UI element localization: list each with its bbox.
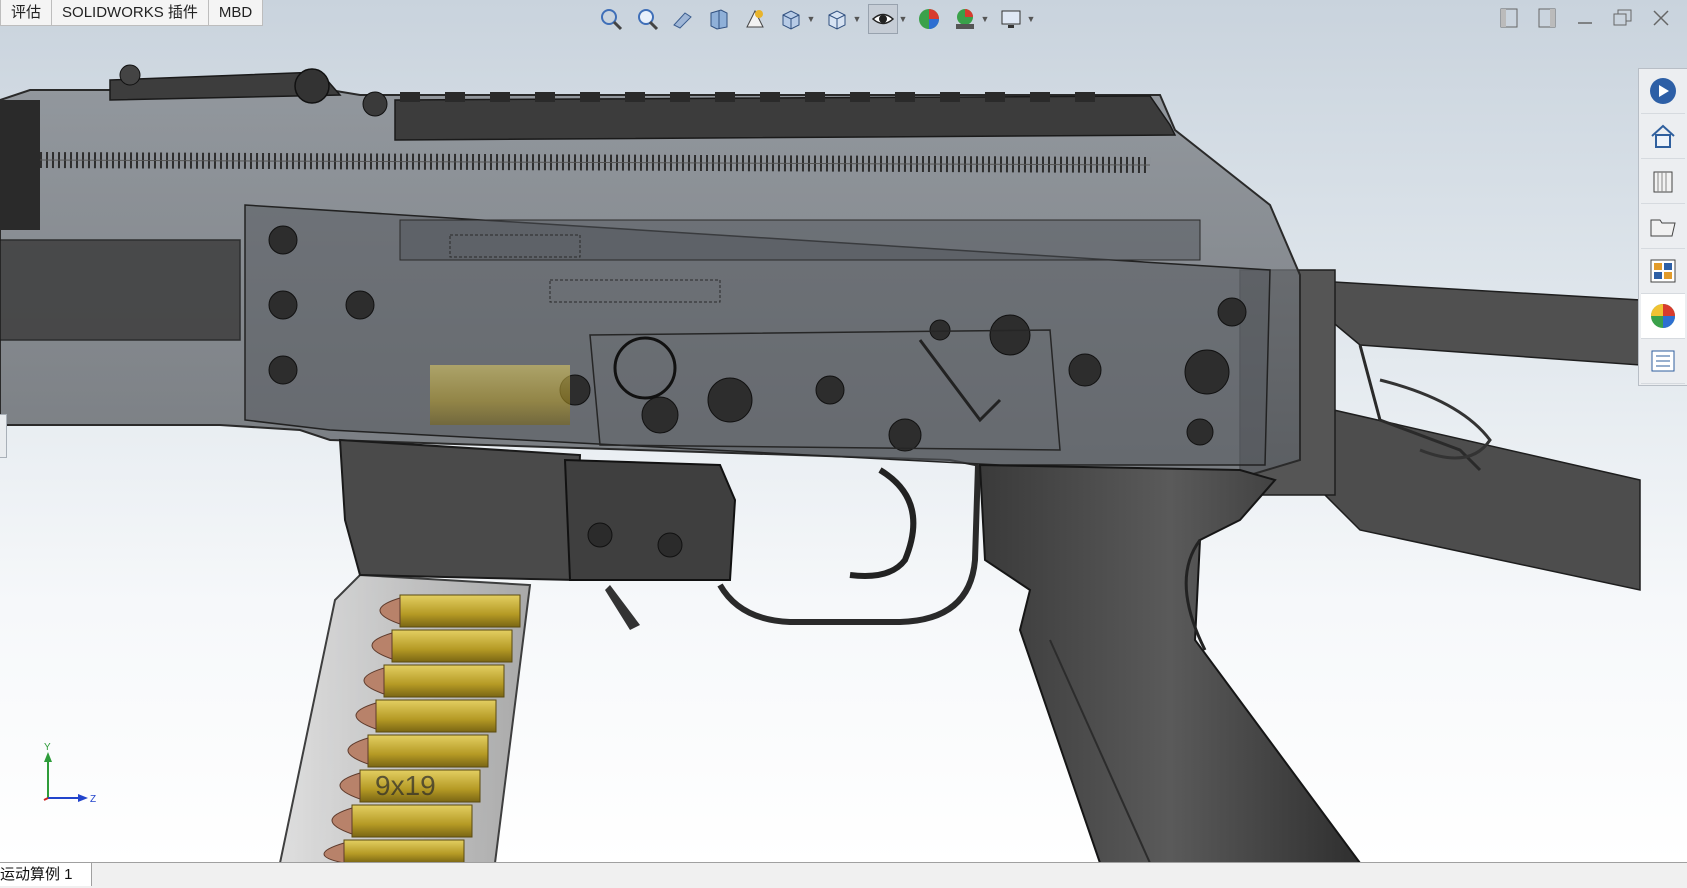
- motion-study-tab-bar: 运动算例 1: [0, 862, 1687, 888]
- display-style-icon[interactable]: [822, 4, 852, 34]
- home-icon[interactable]: [1641, 114, 1685, 159]
- tile-left-icon[interactable]: [1497, 6, 1521, 30]
- hide-show-items-icon[interactable]: [868, 4, 898, 34]
- solidworks-resources-icon[interactable]: [1641, 69, 1685, 114]
- pistol-grip: [978, 463, 1362, 863]
- feature-manager-toggle[interactable]: [0, 414, 7, 458]
- command-manager-tabs: 评估 SOLIDWORKS 插件 MBD: [0, 0, 264, 26]
- zoom-to-fit-icon[interactable]: [596, 4, 626, 34]
- graphics-area[interactable]: 9x19 评估 SOLIDWORKS 插件 MBD ▼ ▼ ▼ ▼ ▼ Y Z: [0, 0, 1687, 863]
- tab-solidworks-addins[interactable]: SOLIDWORKS 插件: [51, 0, 209, 26]
- edit-appearance-icon[interactable]: [914, 4, 944, 34]
- file-explorer-icon[interactable]: [1641, 204, 1685, 249]
- appearances-scenes-icon[interactable]: [1641, 294, 1685, 339]
- task-pane: [1638, 68, 1687, 386]
- heads-up-view-toolbar: ▼ ▼ ▼ ▼ ▼: [596, 4, 1036, 34]
- triad-z-label: Z: [90, 794, 96, 805]
- previous-view-icon[interactable]: [668, 4, 698, 34]
- close-icon[interactable]: [1649, 6, 1673, 30]
- view-orientation-icon[interactable]: [776, 4, 806, 34]
- restore-icon[interactable]: [1611, 6, 1635, 30]
- tab-mbd[interactable]: MBD: [207, 0, 264, 26]
- magazine: 9x19: [278, 573, 532, 863]
- dynamic-annotation-views-icon[interactable]: [740, 4, 770, 34]
- tab-evaluate[interactable]: 评估: [0, 0, 53, 26]
- minimize-icon[interactable]: [1573, 6, 1597, 30]
- triad-y-label: Y: [44, 742, 51, 753]
- receiver: [0, 64, 1301, 477]
- reference-triad: Y Z: [43, 742, 96, 805]
- apply-scene-icon[interactable]: [950, 4, 980, 34]
- view-settings-icon[interactable]: [996, 4, 1026, 34]
- chevron-down-icon[interactable]: ▼: [852, 4, 862, 34]
- window-controls: [1497, 6, 1687, 30]
- trigger-guard: [717, 464, 981, 625]
- caliber-label: 9x19: [375, 770, 436, 801]
- chevron-down-icon[interactable]: ▼: [806, 4, 816, 34]
- section-view-icon[interactable]: [704, 4, 734, 34]
- view-palette-icon[interactable]: [1641, 249, 1685, 294]
- rifle-model[interactable]: 9x19: [0, 0, 1687, 863]
- tile-right-icon[interactable]: [1535, 6, 1559, 30]
- chevron-down-icon[interactable]: ▼: [1026, 4, 1036, 34]
- chevron-down-icon[interactable]: ▼: [898, 4, 908, 34]
- tab-motion-study-1[interactable]: 运动算例 1: [0, 863, 92, 886]
- zoom-to-area-icon[interactable]: [632, 4, 662, 34]
- design-library-icon[interactable]: [1641, 159, 1685, 204]
- chevron-down-icon[interactable]: ▼: [980, 4, 990, 34]
- custom-properties-icon[interactable]: [1641, 339, 1685, 384]
